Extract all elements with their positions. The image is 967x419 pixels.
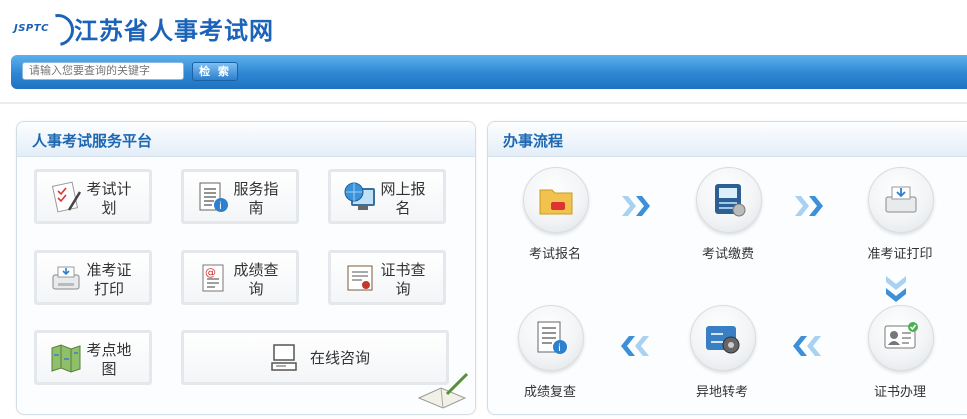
chevron-right-icon [792, 194, 828, 222]
certificate-icon [347, 265, 373, 291]
tile-exam-plan[interactable]: 考试计划 [34, 169, 152, 224]
step-circle [523, 167, 589, 233]
step-score-review[interactable]: i 成绩复查 [488, 305, 608, 414]
chevron-right-icon [619, 194, 655, 222]
chevron-left-icon [616, 334, 652, 362]
tile-label: 证书查询 [380, 261, 426, 298]
tile-label: 网上报名 [380, 180, 426, 217]
online-registration-icon [344, 182, 375, 210]
printer-icon [52, 266, 80, 290]
service-guide-icon: i [199, 182, 228, 212]
chevron-left-icon [788, 334, 824, 362]
tile-label: 考试计划 [86, 180, 132, 217]
step-label: 考试报名 [528, 247, 581, 262]
step-label: 证书办理 [873, 385, 926, 400]
map-icon [51, 344, 81, 373]
step-exam-registration[interactable]: 考试报名 [493, 167, 613, 277]
chevron-down-icon [884, 274, 908, 308]
search-input[interactable] [22, 62, 184, 80]
search-button[interactable]: 检 索 [192, 62, 238, 81]
svg-text:i: i [219, 201, 222, 212]
tile-certificate-query[interactable]: 证书查询 [328, 250, 446, 305]
step-circle [868, 167, 934, 233]
jsptc-logo-mark: JSPTC [14, 7, 81, 53]
tile-online-registration[interactable]: 网上报名 [328, 169, 446, 224]
tile-online-consultation[interactable]: 在线咨询 [181, 330, 449, 385]
svg-text:@: @ [205, 266, 216, 279]
tile-admission-ticket-print[interactable]: 准考证打印 [34, 250, 152, 305]
site-logo[interactable]: JSPTC 江苏省人事考试网 [14, 7, 274, 53]
tile-exam-site-map[interactable]: 考点地图 [34, 330, 152, 385]
header-divider [0, 102, 967, 104]
printer-icon [885, 186, 917, 213]
step-circle [696, 167, 762, 233]
process-title: 办事流程 [503, 132, 564, 150]
step-exam-payment[interactable]: 考试缴费 [666, 167, 786, 277]
service-platform-title: 人事考试服务平台 [32, 132, 153, 150]
document-icon: i [537, 321, 567, 354]
score-query-icon: @ [202, 264, 224, 292]
payment-terminal-icon [715, 184, 746, 217]
step-certificate-processing[interactable]: 证书办理 [838, 305, 958, 414]
tile-label: 在线咨询 [310, 349, 371, 367]
tile-label: 考点地图 [86, 341, 132, 378]
step-circle: i [518, 305, 584, 371]
step-remote-transfer[interactable]: 异地转考 [660, 305, 780, 414]
step-admission-ticket-print[interactable]: 准考证打印 [838, 167, 958, 277]
search-bar: 检 索 [11, 55, 967, 89]
service-platform-panel: 人事考试服务平台 考试计划 i 服务指南 网上报名 准考证打印 @ 成绩查询 证… [16, 121, 476, 415]
tile-service-guide[interactable]: i 服务指南 [181, 169, 299, 224]
tile-score-query[interactable]: @ 成绩查询 [181, 250, 299, 305]
step-label: 异地转考 [695, 385, 748, 400]
step-label: 成绩复查 [523, 385, 576, 400]
step-circle [868, 305, 934, 371]
transfer-icon [706, 326, 740, 354]
folder-icon [539, 189, 573, 215]
svg-text:i: i [558, 343, 561, 354]
step-label: 准考证打印 [867, 247, 933, 262]
open-book-pen-icon [417, 372, 469, 409]
tile-label: 成绩查询 [233, 261, 279, 298]
tile-label: 服务指南 [233, 180, 279, 217]
tile-label: 准考证打印 [86, 261, 132, 298]
site-title: 江苏省人事考试网 [74, 16, 274, 45]
id-card-icon [884, 322, 918, 349]
step-circle [690, 305, 756, 371]
process-panel: 办事流程 考试报名 考试缴费 准考证打印 证书办理 异地转考 i 成绩复查 [487, 121, 967, 415]
exam-plan-icon [51, 181, 82, 213]
step-label: 考试缴费 [701, 247, 754, 262]
computer-icon [271, 344, 297, 371]
